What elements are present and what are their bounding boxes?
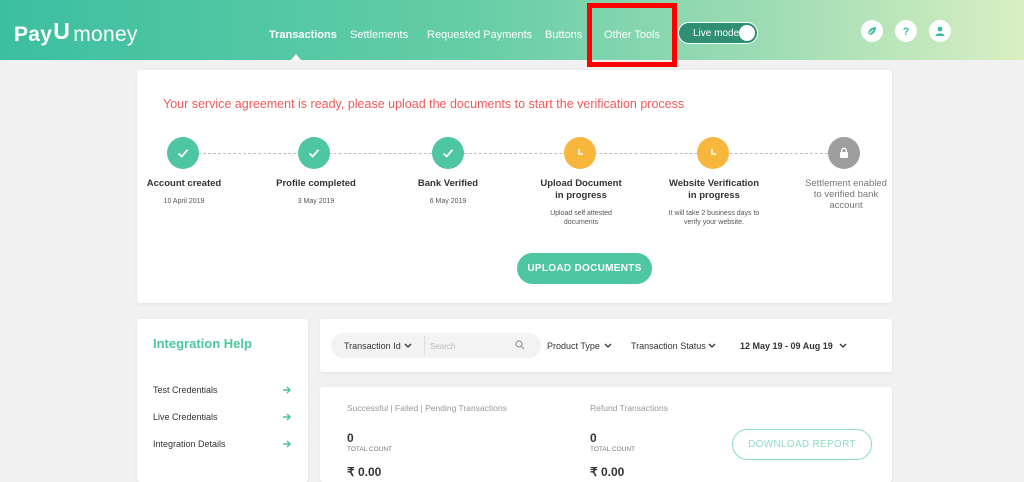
step-4-clock-icon <box>564 137 596 169</box>
step-2-date: 3 May 2019 <box>297 198 335 205</box>
search-input[interactable]: Search <box>430 342 455 351</box>
step-4-status: in progress <box>555 190 607 201</box>
nav-transactions[interactable]: Transactions <box>269 29 337 41</box>
transactions-total-count: 0 <box>347 431 354 445</box>
step-2-check-icon <box>298 137 330 169</box>
svg-text:?: ? <box>903 26 910 38</box>
search-by-chevron-down-icon[interactable] <box>404 343 412 349</box>
live-credentials-arrow-icon[interactable] <box>282 412 292 422</box>
refund-summary-heading: Refund Transactions <box>590 403 668 413</box>
test-credentials-arrow-icon[interactable] <box>282 385 292 395</box>
step-4-note-2: documents <box>563 219 599 226</box>
step-3-check-icon <box>432 137 464 169</box>
step-3-date: 6 May 2019 <box>429 198 467 205</box>
nav-requested-payments[interactable]: Requested Payments <box>427 29 532 41</box>
date-range-picker[interactable]: 12 May 19 - 09 Aug 19 <box>740 341 833 351</box>
leaf-icon[interactable] <box>861 20 883 42</box>
integration-details-link[interactable]: Integration Details <box>153 439 226 449</box>
step-5-note-2: verify your website. <box>684 219 744 226</box>
live-mode-label: Live mode <box>693 28 740 39</box>
date-range-chevron-down-icon[interactable] <box>839 343 847 349</box>
step-5-note: It will take 2 business days to <box>668 210 760 217</box>
logo-mark: U <box>53 18 71 44</box>
step-1-title: Account created <box>146 178 222 189</box>
test-credentials-link[interactable]: Test Credentials <box>153 385 218 395</box>
search-by-dropdown[interactable]: Transaction Id <box>344 341 401 351</box>
step-5-title: Website Verification <box>668 178 760 189</box>
step-4-note: Upload self attested <box>550 210 612 217</box>
step-1-date: 10 April 2019 <box>163 198 205 205</box>
upload-documents-button[interactable]: UPLOAD DOCUMENTS <box>517 253 652 284</box>
transactions-summary-heading: Successful | Failed | Pending Transactio… <box>347 403 507 413</box>
payumoney-logo[interactable]: PayU money <box>14 18 138 47</box>
live-mode-toggle[interactable]: Live mode <box>678 22 758 44</box>
nav-settlements[interactable]: Settlements <box>350 29 408 41</box>
step-4-title: Upload Document <box>540 178 622 189</box>
transactions-amount: ₹ 0.00 <box>347 465 382 479</box>
steps-connector-line <box>198 153 828 154</box>
refund-amount: ₹ 0.00 <box>590 465 625 479</box>
download-report-button[interactable]: DOWNLOAD REPORT <box>732 429 872 460</box>
product-type-dropdown[interactable]: Product Type <box>547 341 600 351</box>
transaction-status-dropdown[interactable]: Transaction Status <box>631 341 706 351</box>
product-type-chevron-down-icon[interactable] <box>604 343 612 349</box>
agreement-message: Your service agreement is ready, please … <box>163 97 685 111</box>
search-separator <box>424 336 425 355</box>
logo-money: money <box>73 23 138 46</box>
integration-details-arrow-icon[interactable] <box>282 439 292 449</box>
active-nav-indicator <box>291 54 301 60</box>
integration-help-title: Integration Help <box>153 336 252 351</box>
refund-total-count: 0 <box>590 431 597 445</box>
step-1-check-icon <box>167 137 199 169</box>
step-5-clock-icon <box>697 137 729 169</box>
step-5-status: in progress <box>688 190 740 201</box>
help-icon[interactable]: ? <box>895 20 917 42</box>
step-6-title-3: account <box>829 200 863 211</box>
refund-count-label: TOTAL COUNT <box>590 446 636 453</box>
step-6-lock-icon <box>828 137 860 169</box>
step-2-title: Profile completed <box>276 178 356 189</box>
step-3-title: Bank Verified <box>417 178 479 189</box>
toggle-knob <box>739 25 755 41</box>
highlight-box <box>587 3 677 67</box>
logo-pay: Pay <box>14 23 53 46</box>
live-credentials-link[interactable]: Live Credentials <box>153 412 218 422</box>
nav-buttons[interactable]: Buttons <box>545 29 582 41</box>
transactions-count-label: TOTAL COUNT <box>347 446 393 453</box>
transaction-status-chevron-down-icon[interactable] <box>708 343 716 349</box>
top-header: PayU money Transactions Settlements Reque… <box>0 0 1024 60</box>
user-icon[interactable] <box>929 20 951 42</box>
search-icon[interactable] <box>515 340 525 350</box>
